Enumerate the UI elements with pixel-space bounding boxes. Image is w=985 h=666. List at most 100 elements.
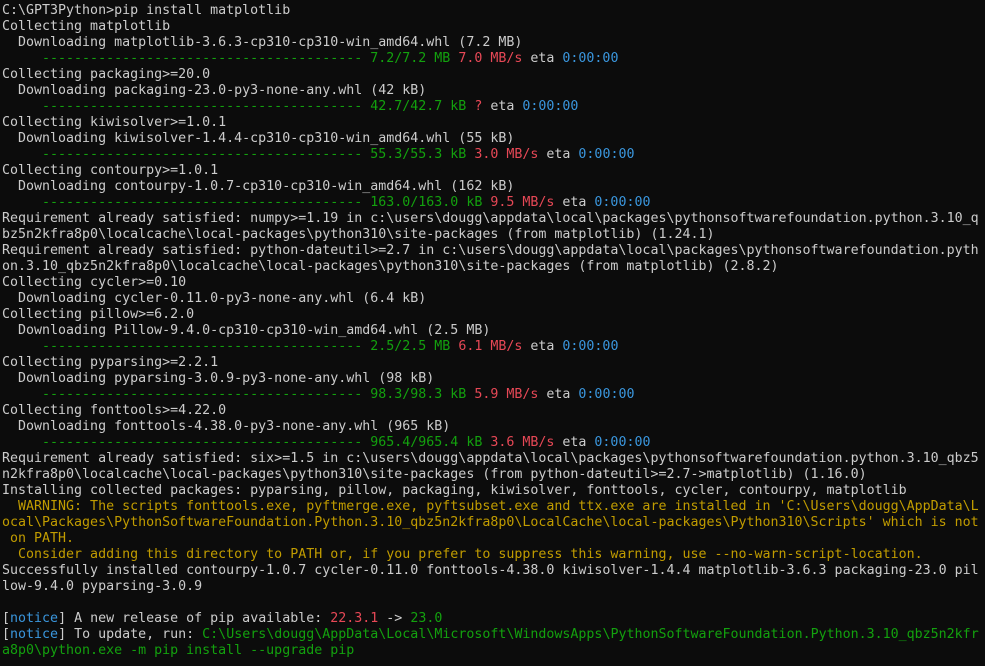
console-line: [notice] To update, run: C:\Users\dougg\… <box>2 627 985 643</box>
console-text: C:\GPT3Python>pip install matplotlib <box>2 3 291 18</box>
console-text: eta <box>482 99 523 114</box>
console-text: 965.4/965.4 kB <box>370 435 483 450</box>
console-text: Consider adding this directory to PATH o… <box>2 547 923 562</box>
console-text: 0:00:00 <box>594 195 651 210</box>
console-text: ] To update, run: <box>58 627 203 642</box>
console-text: Downloading fonttools-4.38.0-py3-none-an… <box>2 419 451 434</box>
console-text: eta <box>538 387 579 402</box>
console-text: Requirement already satisfied: numpy>=1.… <box>2 211 979 226</box>
console-line: Requirement already satisfied: numpy>=1.… <box>2 211 985 227</box>
console-line: ----------------------------------------… <box>2 51 985 67</box>
console-text: ---------------------------------------- <box>2 339 371 354</box>
console-text: Collecting pyparsing>=2.2.1 <box>2 355 219 370</box>
console-line: ----------------------------------------… <box>2 195 985 211</box>
console-text: 0:00:00 <box>562 51 619 66</box>
console-text: 0:00:00 <box>578 147 635 162</box>
console-line: [notice] A new release of pip available:… <box>2 611 985 627</box>
console-text: Collecting packaging>=20.0 <box>2 67 211 82</box>
console-line: Collecting matplotlib <box>2 19 985 35</box>
console-text: 9.5 MB/s <box>490 195 555 210</box>
console-text: Downloading kiwisolver-1.4.4-cp310-cp310… <box>2 131 515 146</box>
console-text: Collecting contourpy>=1.0.1 <box>2 163 219 178</box>
console-line: Collecting kiwisolver>=1.0.1 <box>2 115 985 131</box>
console-text: eta <box>554 195 595 210</box>
console-text: n2kfra8p0\localcache\local-packages\pyth… <box>2 467 867 482</box>
console-line: Requirement already satisfied: six>=1.5 … <box>2 451 985 467</box>
console-text: 3.0 MB/s <box>474 147 539 162</box>
console-text: WARNING: The scripts fonttools.exe, pyft… <box>2 499 979 514</box>
console-line: Downloading contourpy-1.0.7-cp310-cp310-… <box>2 179 985 195</box>
console-line: ----------------------------------------… <box>2 339 985 355</box>
console-text: Collecting matplotlib <box>2 19 171 34</box>
console-text: on PATH. <box>2 531 75 546</box>
console-text: Downloading matplotlib-3.6.3-cp310-cp310… <box>2 35 523 50</box>
console-text: eta <box>522 339 563 354</box>
console-text: ---------------------------------------- <box>2 147 371 162</box>
console-text: 0:00:00 <box>594 435 651 450</box>
console-text: a8p0\python.exe -m pip install --upgrade… <box>2 643 355 658</box>
console-line: Downloading Pillow-9.4.0-cp310-cp310-win… <box>2 323 985 339</box>
console-text: eta <box>522 51 563 66</box>
console-text: C:\Users\dougg\AppData\Local\Microsoft\W… <box>202 627 979 642</box>
console-text: 0:00:00 <box>562 339 619 354</box>
console-line: Collecting fonttools>=4.22.0 <box>2 403 985 419</box>
console-line: Collecting cycler>=0.10 <box>2 275 985 291</box>
console-text: 7.0 MB/s <box>458 51 523 66</box>
console-text: Installing collected packages: pyparsing… <box>2 483 907 498</box>
console-text: Requirement already satisfied: python-da… <box>2 243 979 258</box>
console-line: ----------------------------------------… <box>2 99 985 115</box>
console-line: on PATH. <box>2 531 985 547</box>
console-text: 2.5/2.5 MB <box>370 339 451 354</box>
console-text: ---------------------------------------- <box>2 435 371 450</box>
console-line: Successfully installed contourpy-1.0.7 c… <box>2 563 985 579</box>
console-text: Collecting kiwisolver>=1.0.1 <box>2 115 227 130</box>
console-text: Collecting fonttools>=4.22.0 <box>2 403 227 418</box>
console-text: 5.9 MB/s <box>474 387 539 402</box>
console-text: ---------------------------------------- <box>2 195 371 210</box>
console-text: 163.0/163.0 kB <box>370 195 483 210</box>
console-line: Downloading packaging-23.0-py3-none-any.… <box>2 83 985 99</box>
console-text: ---------------------------------------- <box>2 387 371 402</box>
console-text: 3.6 MB/s <box>490 435 555 450</box>
console-line: n2kfra8p0\localcache\local-packages\pyth… <box>2 467 985 483</box>
console-text: bz5n2kfra8p0\localcache\local-packages\p… <box>2 227 715 242</box>
console-text: [ <box>2 611 11 626</box>
console-line: ----------------------------------------… <box>2 387 985 403</box>
console-line: Requirement already satisfied: python-da… <box>2 243 985 259</box>
console-text: ---------------------------------------- <box>2 99 371 114</box>
console-text: 7.2/7.2 MB <box>370 51 451 66</box>
console-line: bz5n2kfra8p0\localcache\local-packages\p… <box>2 227 985 243</box>
console-line: a8p0\python.exe -m pip install --upgrade… <box>2 643 985 659</box>
console-text: Downloading cycler-0.11.0-py3-none-any.w… <box>2 291 427 306</box>
console-text: Downloading contourpy-1.0.7-cp310-cp310-… <box>2 179 515 194</box>
console-text: 22.3.1 <box>330 611 379 626</box>
console-text: 0:00:00 <box>522 99 579 114</box>
console-text: eta <box>554 435 595 450</box>
console-line: Consider adding this directory to PATH o… <box>2 547 985 563</box>
console-text: low-9.4.0 pyparsing-3.0.9 <box>2 579 203 594</box>
console-text: eta <box>538 147 579 162</box>
console-text: notice <box>10 627 59 642</box>
console-text: 42.7/42.7 kB <box>370 99 467 114</box>
console-line: C:\GPT3Python>pip install matplotlib <box>2 3 985 19</box>
console-line: Collecting contourpy>=1.0.1 <box>2 163 985 179</box>
console-text: ] A new release of pip available: <box>58 611 331 626</box>
console-text: Successfully installed contourpy-1.0.7 c… <box>2 563 979 578</box>
console-text: Collecting cycler>=0.10 <box>2 275 187 290</box>
console-text: notice <box>10 611 59 626</box>
console-text: on.3.10_qbz5n2kfra8p0\localcache\local-p… <box>2 259 779 274</box>
console-line: Collecting pyparsing>=2.2.1 <box>2 355 985 371</box>
console-line: Downloading cycler-0.11.0-py3-none-any.w… <box>2 291 985 307</box>
console-text: Requirement already satisfied: six>=1.5 … <box>2 451 979 466</box>
console-line: ----------------------------------------… <box>2 435 985 451</box>
console-line: WARNING: The scripts fonttools.exe, pyft… <box>2 499 985 515</box>
console-text: 0:00:00 <box>578 387 635 402</box>
terminal-output[interactable]: C:\GPT3Python>pip install matplotlib Coll… <box>0 0 985 666</box>
console-text: Downloading pyparsing-3.0.9-py3-none-any… <box>2 371 435 386</box>
console-line: Downloading kiwisolver-1.4.4-cp310-cp310… <box>2 131 985 147</box>
console-line: on.3.10_qbz5n2kfra8p0\localcache\local-p… <box>2 259 985 275</box>
console-line: ocal\Packages\PythonSoftwareFoundation.P… <box>2 515 985 531</box>
console-line: Installing collected packages: pyparsing… <box>2 483 985 499</box>
console-line: Downloading pyparsing-3.0.9-py3-none-any… <box>2 371 985 387</box>
console-text: ---------------------------------------- <box>2 51 371 66</box>
